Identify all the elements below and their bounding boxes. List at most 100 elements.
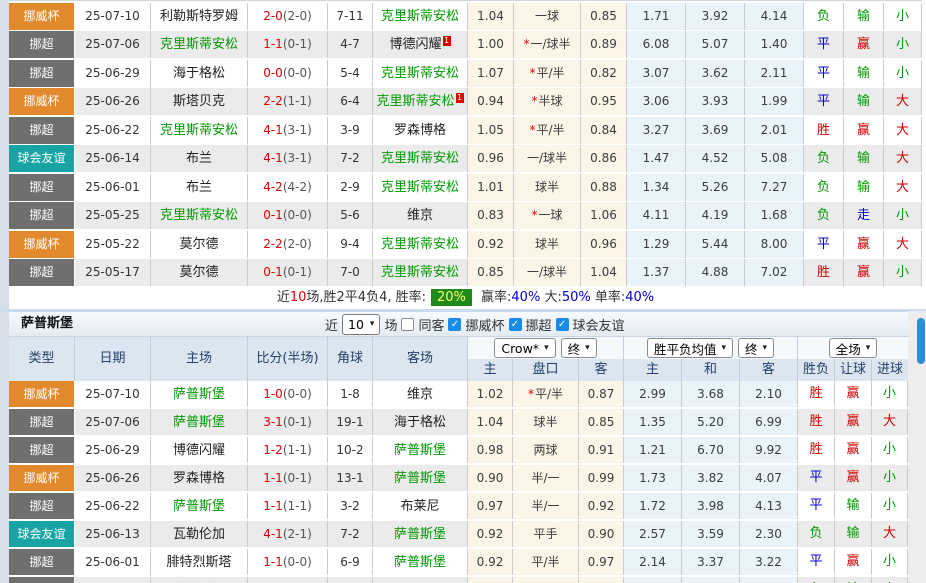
win-rate-badge: 20% xyxy=(431,289,472,306)
home-team[interactable]: 布兰 xyxy=(151,174,248,201)
home-team[interactable]: 罗森博格 xyxy=(151,465,248,491)
corners-cell: 6-9 xyxy=(328,549,373,575)
away-team[interactable]: 萨普斯堡 xyxy=(373,521,468,547)
result-handicap: 输 xyxy=(844,60,884,87)
away-team[interactable]: 克里斯蒂安松1 xyxy=(373,88,468,115)
euro-time-select[interactable]: 终 ▾ xyxy=(738,338,774,358)
team2-table-header: 类型 日期 主场 比分(半场) 角球 客场 Crow* ▾ 终 ▾ xyxy=(9,337,908,381)
home-team[interactable]: 莫尔德 xyxy=(151,259,248,286)
match-count-select[interactable]: 10 ▾ xyxy=(342,314,380,335)
team-name: 克里斯蒂安松 xyxy=(381,180,459,195)
home-team[interactable]: 腓特烈斯塔 xyxy=(151,549,248,575)
away-team[interactable]: 维京 xyxy=(373,202,468,229)
home-team[interactable]: 克里斯蒂安松 xyxy=(151,202,248,229)
away-team[interactable]: 克里斯蒂安松 xyxy=(373,231,468,258)
result-handicap: 赢 xyxy=(835,437,872,463)
result-wdl: 平 xyxy=(804,31,844,58)
left-margin-strip xyxy=(0,0,9,583)
euro-home-odds: 1.21 xyxy=(624,437,682,463)
col-result-ah: 让球 xyxy=(835,359,872,381)
home-team[interactable]: 布兰 xyxy=(151,145,248,172)
score-cell: 4-1(3-1) xyxy=(248,117,328,144)
ah-home-odds: 1.04 xyxy=(468,3,514,30)
match-date: 25-07-10 xyxy=(75,3,151,30)
ah-line: 半/一 xyxy=(513,493,579,519)
away-team[interactable]: 博德闪耀1 xyxy=(373,31,468,58)
euro-draw-odds: 3.69 xyxy=(686,117,745,144)
away-team[interactable]: 克里斯蒂安松 xyxy=(373,3,468,30)
home-team[interactable]: 莫尔德 xyxy=(151,231,248,258)
home-team[interactable]: 利勒斯特罗姆 xyxy=(151,3,248,30)
league-tag: 挪超 xyxy=(9,259,75,286)
chevron-down-icon: ▾ xyxy=(370,319,375,329)
corners-cell: 3-2 xyxy=(328,493,373,519)
league-filter: 近 10 ▾ 场 同客 ✓ 挪威杯 ✓ 挪超 ✓ 球会友谊 xyxy=(325,312,625,336)
away-team[interactable]: 罗森博格 xyxy=(373,117,468,144)
away-team[interactable]: 萨普斯堡 xyxy=(373,437,468,463)
ah-home-odds: 0.92 xyxy=(468,231,514,258)
ah-away-odds: 0.89 xyxy=(581,31,627,58)
home-team[interactable]: 克里斯蒂安松 xyxy=(151,117,248,144)
result-handicap: 赢 xyxy=(835,465,872,491)
league-tag: 挪超 xyxy=(9,202,75,229)
euro-draw-odds: 4.19 xyxy=(686,202,745,229)
home-team[interactable]: 瓦勒伦加 xyxy=(151,521,248,547)
league-cup-checkbox[interactable]: ✓ xyxy=(448,318,461,331)
result-wdl: 胜 xyxy=(798,409,835,435)
ah-away-odds: 0.91 xyxy=(579,437,624,463)
euro-draw-odds: 4.52 xyxy=(686,145,745,172)
euro-mean-select[interactable]: 胜平负均值 ▾ xyxy=(647,338,733,358)
handicap-time-select[interactable]: 终 ▾ xyxy=(561,338,597,358)
result-wdl: 负 xyxy=(804,145,844,172)
league-friendly-checkbox[interactable]: ✓ xyxy=(556,318,569,331)
ah-home-odds: 1.01 xyxy=(468,174,514,201)
score-cell: 1-1(0-0) xyxy=(248,549,328,575)
card-badge: 1 xyxy=(456,93,464,103)
corners-cell: 6-4 xyxy=(328,88,373,115)
bookmaker-select[interactable]: Crow* ▾ xyxy=(494,338,555,358)
home-team[interactable]: 博德闪耀 xyxy=(151,437,248,463)
score-cell: 1-1 xyxy=(248,577,328,583)
euro-draw-odds: 4.88 xyxy=(686,259,745,286)
match-date: 25-06-22 xyxy=(75,117,151,144)
result-overunder: 小 xyxy=(872,437,908,463)
ah-home-odds: 0.85 xyxy=(468,259,514,286)
away-team[interactable]: 克里斯蒂安松 xyxy=(373,259,468,286)
away-team[interactable]: 海于格松 xyxy=(373,409,468,435)
away-team[interactable]: 利勒斯特罗姆 xyxy=(373,577,468,583)
away-team[interactable]: 萨普斯堡 xyxy=(373,465,468,491)
odds-source-row: Crow* ▾ 终 ▾ 胜平负均值 ▾ 终 ▾ xyxy=(468,337,908,359)
team-name: 维京 xyxy=(407,208,433,223)
team1-history-table: 挪威杯25-07-10利勒斯特罗姆2-0(2-0)7-11克里斯蒂安松1.04一… xyxy=(9,3,922,286)
home-team[interactable]: 克里斯蒂安松 xyxy=(151,31,248,58)
league-tag: 挪威杯 xyxy=(9,381,75,407)
score-cell: 1-1(1-1) xyxy=(248,493,328,519)
away-team[interactable]: 克里斯蒂安松 xyxy=(373,145,468,172)
euro-home-odds: 3.27 xyxy=(627,117,686,144)
home-team[interactable]: 萨普斯堡 xyxy=(151,409,248,435)
ah-line: *平/半 xyxy=(514,117,581,144)
home-team[interactable]: 萨普斯堡 xyxy=(151,493,248,519)
away-team[interactable]: 克里斯蒂安松 xyxy=(373,174,468,201)
same-away-checkbox[interactable] xyxy=(401,318,414,331)
euro-home-odds: 1.34 xyxy=(627,174,686,201)
away-team[interactable]: 维京 xyxy=(373,381,468,407)
away-team[interactable]: 克里斯蒂安松 xyxy=(373,60,468,87)
home-team[interactable]: 斯塔贝克 xyxy=(151,88,248,115)
away-team[interactable]: 布莱尼 xyxy=(373,493,468,519)
home-team[interactable]: 海于格松 xyxy=(151,60,248,87)
corners-cell: 7-0 xyxy=(328,259,373,286)
team-name: 莫尔德 xyxy=(179,237,218,252)
ah-away-odds: 0.87 xyxy=(579,381,624,407)
full-match-select[interactable]: 全场 ▾ xyxy=(829,338,878,358)
match-row: 球会友谊25-06-14布兰4-1(3-1)7-2克里斯蒂安松0.96一/球半0… xyxy=(9,145,922,172)
euro-draw-odds: 6.70 xyxy=(682,437,740,463)
home-team[interactable]: 萨普斯堡 xyxy=(151,381,248,407)
corners-cell: 5-4 xyxy=(328,60,373,87)
team-name: 利勒斯特罗姆 xyxy=(160,9,238,24)
league-top-checkbox[interactable]: ✓ xyxy=(509,318,522,331)
scrollbar-thumb[interactable] xyxy=(917,318,925,364)
away-team[interactable]: 萨普斯堡 xyxy=(373,549,468,575)
home-team[interactable]: 萨普斯堡 xyxy=(151,577,248,583)
match-stats-page: 挪威杯25-07-10利勒斯特罗姆2-0(2-0)7-11克里斯蒂安松1.04一… xyxy=(0,0,926,583)
